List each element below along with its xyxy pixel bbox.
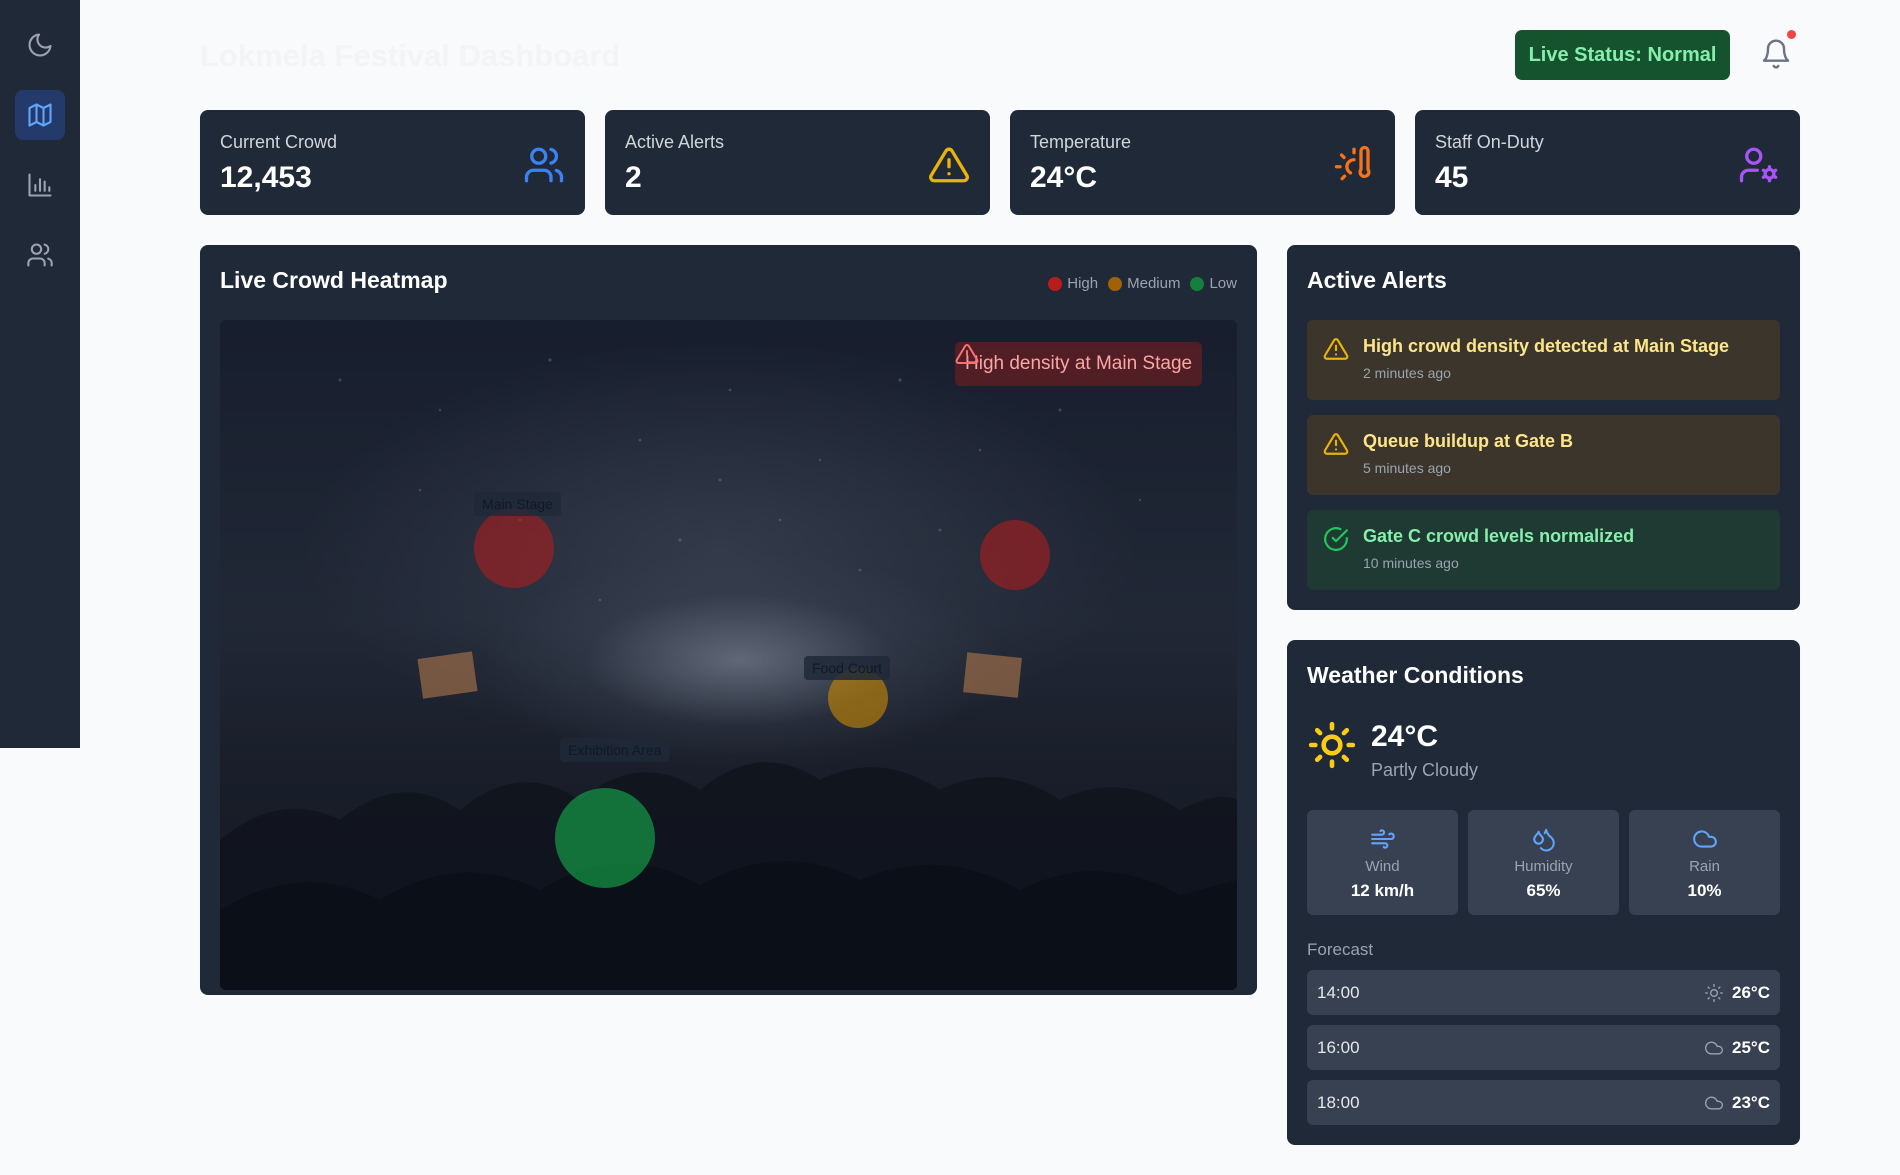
forecast-temp: 23°C <box>1732 1092 1770 1112</box>
map-density-alert[interactable]: High density at Main Stage <box>955 342 1203 386</box>
map-overlay <box>220 320 1237 990</box>
wind-icon <box>1370 829 1395 849</box>
sidebar-item-map[interactable] <box>15 90 65 140</box>
zone-main-stage[interactable] <box>474 508 554 588</box>
notifications-button[interactable] <box>1760 30 1796 72</box>
metric-value: 65% <box>1526 881 1561 900</box>
warning-icon <box>1323 338 1349 360</box>
metric-rain: Rain 10% <box>1629 810 1780 915</box>
forecast-label: Forecast <box>1307 940 1374 959</box>
forecast-row: 14:00 26°C <box>1307 970 1780 1015</box>
alert-time: 5 minutes ago <box>1363 460 1451 476</box>
stat-value: 45 <box>1435 161 1469 194</box>
map-icon <box>28 103 52 127</box>
bell-icon <box>1762 39 1790 69</box>
forecast-row: 16:00 25°C <box>1307 1025 1780 1070</box>
warning-icon <box>1323 433 1349 455</box>
sun-icon <box>1705 983 1724 1002</box>
cloud-icon <box>1705 1041 1724 1054</box>
legend-item-low: Low <box>1190 275 1237 292</box>
heatmap-map[interactable]: Main Stage Food Court Exhibition Area Hi… <box>220 320 1237 990</box>
users-icon <box>27 243 53 267</box>
zone-high-density[interactable] <box>980 520 1050 590</box>
legend-item-medium: Medium <box>1108 275 1180 292</box>
sidebar-item-analytics[interactable] <box>15 160 65 210</box>
legend-label: High <box>1067 275 1099 292</box>
legend-label: Low <box>1209 275 1237 292</box>
bar-chart-icon <box>28 173 52 197</box>
live-status-badge: Live Status: Normal <box>1515 30 1730 80</box>
stat-label: Staff On-Duty <box>1435 132 1544 152</box>
forecast-row: 18:00 23°C <box>1307 1080 1780 1125</box>
alerts-panel: Active Alerts High crowd density detecte… <box>1287 245 1800 610</box>
warning-icon <box>929 147 969 183</box>
legend-label: Medium <box>1127 275 1181 292</box>
zone-label-exhibition-area: Exhibition Area <box>560 738 670 762</box>
sidebar-item-staff[interactable] <box>15 230 65 280</box>
moon-icon <box>28 33 52 57</box>
map-alert-text: High density at Main Stage <box>965 353 1193 374</box>
forecast-temp: 26°C <box>1732 982 1770 1002</box>
stat-label: Temperature <box>1030 132 1132 152</box>
notification-dot <box>1787 30 1796 39</box>
check-circle-icon <box>1324 527 1348 551</box>
legend-dot <box>1108 276 1123 291</box>
cloud-icon <box>1705 1096 1724 1109</box>
weather-temperature: 24°C <box>1371 720 1439 753</box>
stat-card-active-alerts: Active Alerts 2 <box>605 110 990 215</box>
droplets-icon <box>1532 828 1555 852</box>
thermometer-sun-icon <box>1334 145 1371 181</box>
metric-label: Wind <box>1365 858 1400 875</box>
forecast-temp: 25°C <box>1732 1037 1770 1057</box>
alert-title: High crowd density detected at Main Stag… <box>1363 336 1730 356</box>
stat-card-staff-on-duty: Staff On-Duty 45 <box>1415 110 1800 215</box>
legend-dot <box>1048 276 1063 291</box>
metric-label: Rain <box>1689 858 1720 875</box>
sun-icon <box>1308 721 1356 769</box>
stat-value: 24°C <box>1030 161 1098 194</box>
metric-humidity: Humidity 65% <box>1468 810 1619 915</box>
heatmap-legend: High Medium Low <box>1048 275 1237 292</box>
alert-time: 10 minutes ago <box>1363 555 1459 571</box>
zone-label-food-court: Food Court <box>804 656 891 680</box>
users-icon <box>524 147 564 183</box>
metric-value: 10% <box>1687 881 1722 900</box>
metric-wind: Wind 12 km/h <box>1307 810 1458 915</box>
alert-item[interactable]: Queue buildup at Gate B 5 minutes ago <box>1307 415 1780 495</box>
stat-label: Active Alerts <box>625 132 725 152</box>
stat-label: Current Crowd <box>220 132 338 152</box>
warning-icon <box>955 343 979 364</box>
alert-time: 2 minutes ago <box>1363 365 1451 381</box>
page-title: Lokmela Festival Dashboard <box>200 38 621 73</box>
weather-panel: Weather Conditions 24°C Partly Cloudy Wi… <box>1287 640 1800 1145</box>
alert-item[interactable]: Gate C crowd levels normalized 10 minute… <box>1307 510 1780 590</box>
weather-condition: Partly Cloudy <box>1371 760 1479 780</box>
stat-card-current-crowd: Current Crowd 12,453 <box>200 110 585 215</box>
stat-value: 2 <box>625 161 642 194</box>
forecast-time: 14:00 <box>1317 982 1360 1002</box>
theme-toggle-button[interactable] <box>15 20 65 70</box>
alert-item[interactable]: High crowd density detected at Main Stag… <box>1307 320 1780 400</box>
stat-card-temperature: Temperature 24°C <box>1010 110 1395 215</box>
heatmap-panel: Live Crowd Heatmap High Medium Low Main … <box>200 245 1257 995</box>
weather-title: Weather Conditions <box>1307 662 1524 688</box>
alert-title: Queue buildup at Gate B <box>1363 431 1574 451</box>
metric-value: 12 km/h <box>1350 881 1415 900</box>
cloud-icon <box>1692 830 1717 848</box>
legend-item-high: High <box>1048 275 1098 292</box>
zone-exhibition-area[interactable] <box>555 788 655 888</box>
weather-current: 24°C Partly Cloudy <box>1307 720 1478 781</box>
zone-label-main-stage: Main Stage <box>474 492 561 516</box>
stat-value: 12,453 <box>220 161 312 194</box>
alert-title: Gate C crowd levels normalized <box>1363 526 1635 546</box>
forecast-time: 18:00 <box>1317 1092 1360 1112</box>
sidebar <box>0 0 80 748</box>
forecast-time: 16:00 <box>1317 1037 1360 1057</box>
alerts-title: Active Alerts <box>1307 267 1447 293</box>
user-cog-icon <box>1739 147 1778 183</box>
metric-label: Humidity <box>1514 858 1573 875</box>
legend-dot <box>1190 276 1205 291</box>
